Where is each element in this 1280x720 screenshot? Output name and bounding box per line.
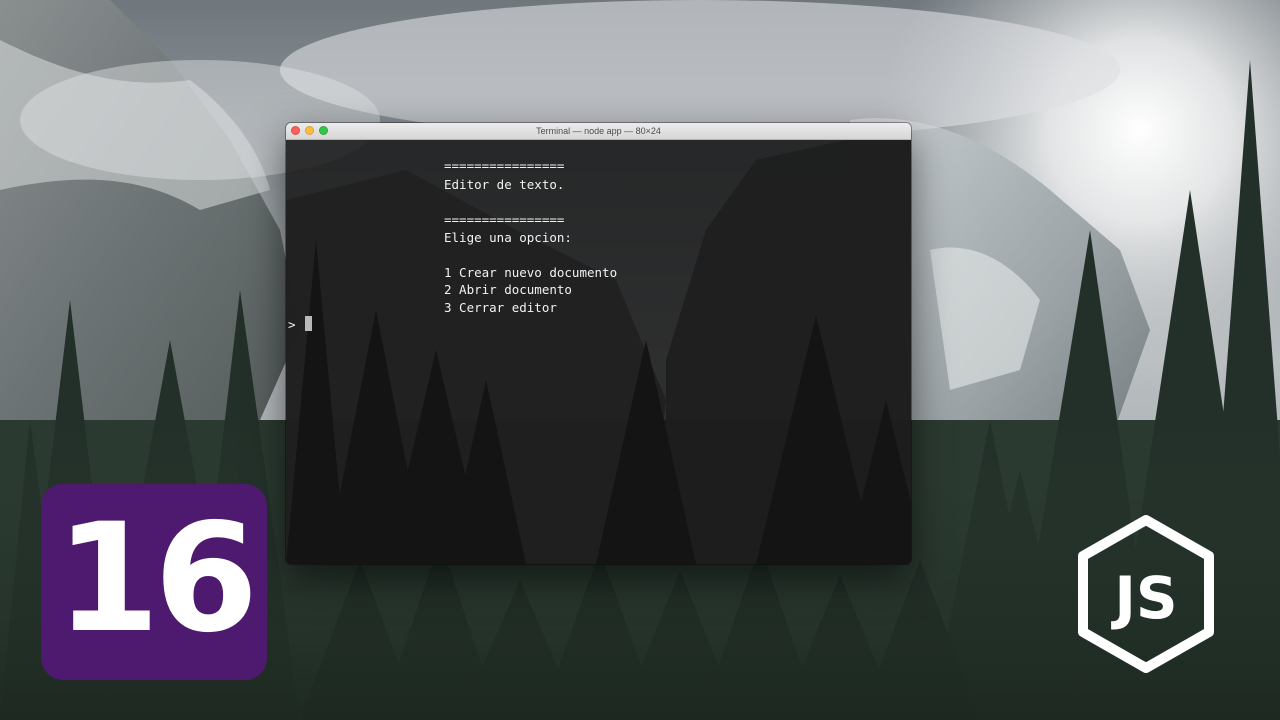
terminal-background-scene bbox=[286, 140, 911, 564]
terminal-window[interactable]: Terminal — node app — 80×24 ============… bbox=[286, 123, 911, 564]
shell-prompt: > bbox=[288, 317, 296, 332]
nodejs-logo-icon: JS bbox=[1078, 515, 1214, 673]
menu-option-new-document: 1 Crear nuevo documento bbox=[444, 265, 618, 280]
window-title: Terminal — node app — 80×24 bbox=[536, 126, 661, 136]
logo-text: JS bbox=[1110, 564, 1177, 632]
menu-option-open-document: 2 Abrir documento bbox=[444, 282, 572, 297]
separator-line: ================ bbox=[444, 158, 565, 173]
menu-option-close-editor: 3 Cerrar editor bbox=[444, 300, 557, 315]
editor-title: Editor de texto. bbox=[444, 177, 565, 192]
episode-badge: 16 bbox=[41, 484, 267, 680]
menu-prompt: Elige una opcion: bbox=[444, 230, 572, 245]
text-cursor[interactable] bbox=[305, 316, 312, 331]
episode-number: 16 bbox=[55, 492, 259, 666]
separator-line: ================ bbox=[444, 212, 565, 227]
title-bar[interactable]: Terminal — node app — 80×24 bbox=[286, 123, 911, 140]
terminal-output[interactable]: ================ Editor de texto. ======… bbox=[286, 140, 911, 564]
